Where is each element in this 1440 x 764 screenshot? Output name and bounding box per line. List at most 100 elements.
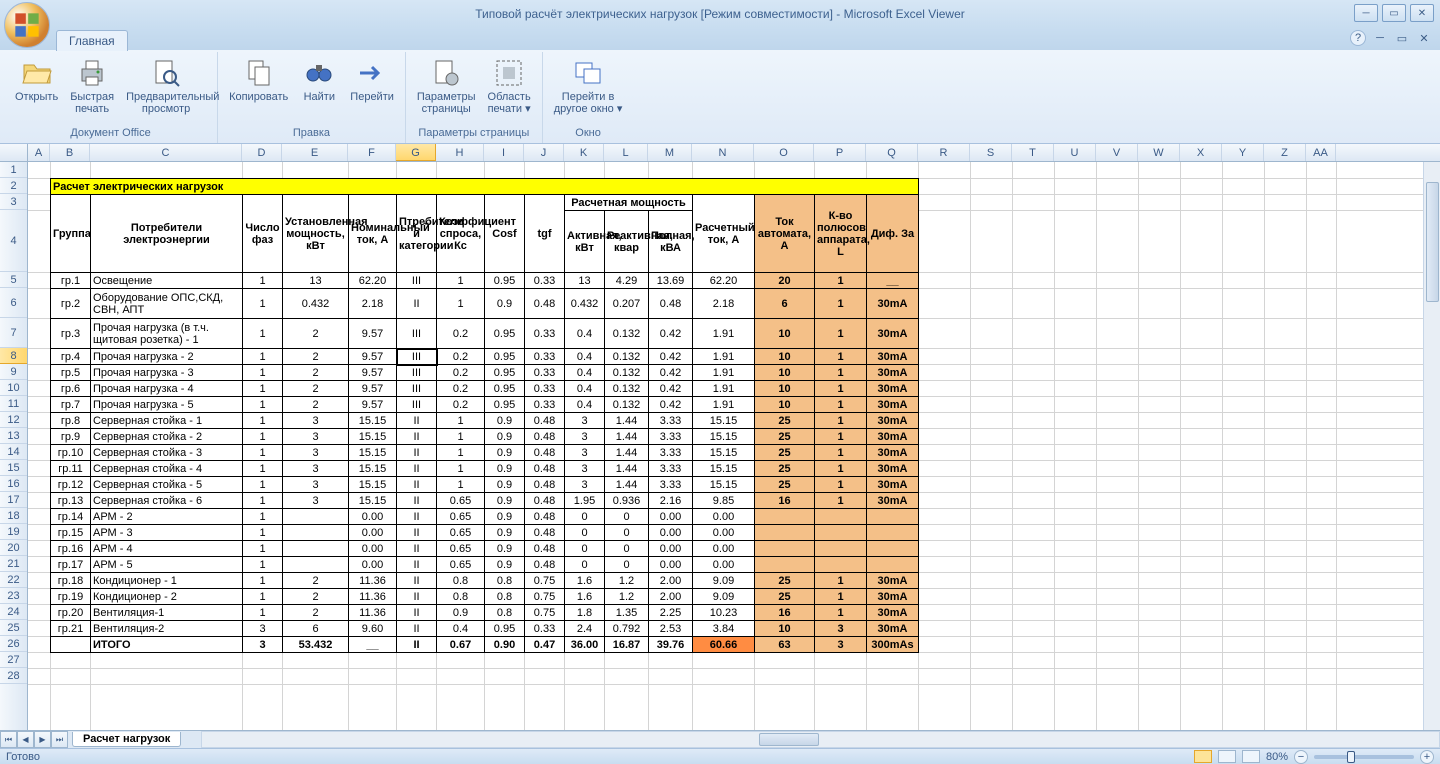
row-header-12[interactable]: 12 [0,412,27,428]
row-header-16[interactable]: 16 [0,476,27,492]
row-header-8[interactable]: 8 [0,348,27,364]
horizontal-scrollbar[interactable] [201,731,1440,748]
maximize-button[interactable]: ▭ [1382,4,1406,22]
row-header-15[interactable]: 15 [0,460,27,476]
column-header-M[interactable]: M [648,144,692,161]
zoom-slider-thumb[interactable] [1347,751,1355,763]
print-area-button[interactable]: Область печати ▾ [483,54,536,118]
row-header-1[interactable]: 1 [0,162,27,178]
sheet-tab-active[interactable]: Расчет нагрузок [72,732,181,747]
column-header-S[interactable]: S [970,144,1012,161]
row-header-23[interactable]: 23 [0,588,27,604]
column-header-T[interactable]: T [1012,144,1054,161]
row-header-28[interactable]: 28 [0,668,27,684]
minimize-button[interactable]: ─ [1354,4,1378,22]
row-header-17[interactable]: 17 [0,492,27,508]
doc-close-button[interactable]: ✕ [1416,30,1432,46]
column-header-AA[interactable]: AA [1306,144,1336,161]
row-header-27[interactable]: 27 [0,652,27,668]
column-header-N[interactable]: N [692,144,754,161]
select-all-corner[interactable] [0,144,28,161]
row-header-24[interactable]: 24 [0,604,27,620]
print-preview-button[interactable]: Предварительный просмотр [121,54,211,118]
column-header-Z[interactable]: Z [1264,144,1306,161]
office-button[interactable] [4,2,50,48]
row-header-4[interactable]: 4 [0,210,27,272]
tab-home[interactable]: Главная [56,30,128,51]
ribbon-group-edit: Копировать Найти Перейти Правка [218,52,406,143]
row-header-7[interactable]: 7 [0,318,27,348]
column-header-E[interactable]: E [282,144,348,161]
tab-nav-first[interactable]: ⏮ [0,731,17,748]
row-header-26[interactable]: 26 [0,636,27,652]
fast-print-button[interactable]: Быстрая печать [65,54,119,118]
row-header-18[interactable]: 18 [0,508,27,524]
column-header-K[interactable]: K [564,144,604,161]
tab-nav-last[interactable]: ⏭ [51,731,68,748]
windows-icon [572,57,604,89]
folder-open-icon [21,57,53,89]
zoom-slider[interactable] [1314,755,1414,759]
page-gear-icon [430,57,462,89]
help-button[interactable]: ? [1350,30,1366,46]
zoom-out-button[interactable]: − [1294,750,1308,764]
column-header-G[interactable]: G [396,144,436,161]
column-header-D[interactable]: D [242,144,282,161]
zoom-in-button[interactable]: + [1420,750,1434,764]
view-normal-button[interactable] [1194,750,1212,763]
hscroll-thumb[interactable] [759,733,819,746]
vertical-scrollbar[interactable] [1423,162,1440,732]
row-header-21[interactable]: 21 [0,556,27,572]
row-header-20[interactable]: 20 [0,540,27,556]
column-header-A[interactable]: A [28,144,50,161]
column-header-Y[interactable]: Y [1222,144,1264,161]
column-header-I[interactable]: I [484,144,524,161]
row-header-5[interactable]: 5 [0,272,27,288]
column-header-X[interactable]: X [1180,144,1222,161]
copy-button[interactable]: Копировать [224,54,293,106]
column-header-C[interactable]: C [90,144,242,161]
cells-area[interactable]: Расчет электрических нагрузокГруппаПотре… [28,162,1440,732]
column-header-U[interactable]: U [1054,144,1096,161]
titlebar: Типовой расчёт электрических нагрузок [Р… [0,0,1440,28]
close-button[interactable]: ✕ [1410,4,1434,22]
find-button[interactable]: Найти [295,54,343,106]
data-table: Расчет электрических нагрузокГруппаПотре… [50,178,919,653]
row-header-11[interactable]: 11 [0,396,27,412]
row-header-19[interactable]: 19 [0,524,27,540]
row-header-14[interactable]: 14 [0,444,27,460]
open-button[interactable]: Открыть [10,54,63,106]
vscroll-thumb[interactable] [1426,182,1439,302]
row-header-10[interactable]: 10 [0,380,27,396]
goto-button[interactable]: Перейти [345,54,399,106]
row-header-25[interactable]: 25 [0,620,27,636]
row-header-6[interactable]: 6 [0,288,27,318]
column-header-R[interactable]: R [918,144,970,161]
view-layout-button[interactable] [1218,750,1236,763]
column-header-L[interactable]: L [604,144,648,161]
switch-window-button[interactable]: Перейти в другое окно ▾ [549,54,628,118]
column-header-Q[interactable]: Q [866,144,918,161]
column-header-V[interactable]: V [1096,144,1138,161]
printer-icon [76,57,108,89]
tab-nav-prev[interactable]: ◀ [17,731,34,748]
column-header-O[interactable]: O [754,144,814,161]
column-header-H[interactable]: H [436,144,484,161]
row-header-3[interactable]: 3 [0,194,27,210]
row-header-13[interactable]: 13 [0,428,27,444]
row-header-9[interactable]: 9 [0,364,27,380]
column-header-F[interactable]: F [348,144,396,161]
column-header-J[interactable]: J [524,144,564,161]
print-area-icon [493,57,525,89]
row-header-2[interactable]: 2 [0,178,27,194]
column-header-W[interactable]: W [1138,144,1180,161]
page-setup-button[interactable]: Параметры страницы [412,54,481,118]
doc-restore-button[interactable]: ▭ [1394,30,1410,46]
ribbon: Открыть Быстрая печать Предварительный п… [0,50,1440,144]
column-header-P[interactable]: P [814,144,866,161]
view-pagebreak-button[interactable] [1242,750,1260,763]
row-header-22[interactable]: 22 [0,572,27,588]
doc-minimize-button[interactable]: ─ [1372,30,1388,46]
column-header-B[interactable]: B [50,144,90,161]
tab-nav-next[interactable]: ▶ [34,731,51,748]
